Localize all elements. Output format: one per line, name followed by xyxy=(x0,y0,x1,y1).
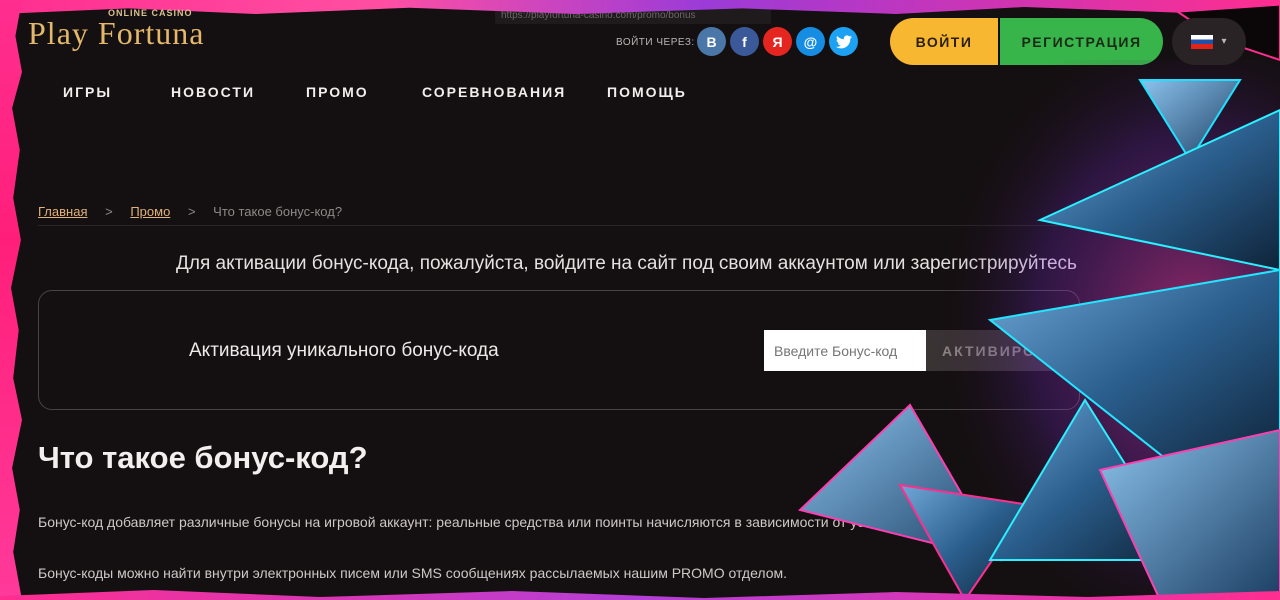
twitter-icon[interactable] xyxy=(829,27,858,56)
paragraph-bonus-description: Бонус-код добавляет различные бонусы на … xyxy=(38,514,949,530)
nav-item-help[interactable]: ПОМОЩЬ xyxy=(607,84,687,100)
crystal-upper xyxy=(1036,108,1280,272)
russia-flag-icon xyxy=(1191,34,1214,49)
decorative-frame-left xyxy=(0,0,22,600)
nav-item-tournaments[interactable]: СОРЕВНОВАНИЯ xyxy=(422,84,607,100)
breadcrumb: Главная > Промо > Что такое бонус-код? xyxy=(38,204,342,219)
facebook-icon[interactable]: f xyxy=(730,27,759,56)
yandex-icon[interactable]: Я xyxy=(763,27,792,56)
crystal-bottom-right xyxy=(1098,428,1280,600)
crystal-lower-left xyxy=(898,483,1032,600)
nav-item-games[interactable]: ИГРЫ xyxy=(63,84,171,100)
chevron-down-icon: ▾ xyxy=(1221,36,1227,47)
promo-code-label: Активация уникального бонус-кода xyxy=(189,340,499,361)
register-button[interactable]: РЕГИСТРАЦИЯ xyxy=(1000,18,1163,65)
login-button[interactable]: ВОЙТИ xyxy=(890,18,998,65)
crystal-left xyxy=(797,403,1003,562)
page-title: Что такое бонус-код? xyxy=(38,440,368,475)
paragraph-bonus-source: Бонус-коды можно найти внутри электронны… xyxy=(38,565,788,581)
logo[interactable]: ONLINE CASINO Play Fortuna xyxy=(28,8,204,52)
breadcrumb-separator: > xyxy=(187,204,196,219)
mailru-icon[interactable]: @ xyxy=(796,27,825,56)
logo-title: Play Fortuna xyxy=(28,15,205,51)
breadcrumb-promo-link[interactable]: Промо xyxy=(130,204,170,219)
crystal-small xyxy=(1138,79,1242,162)
decorative-frame-bottom xyxy=(0,590,1280,600)
nav-item-promo[interactable]: ПРОМО xyxy=(306,84,422,100)
crystal-lower xyxy=(988,398,1187,561)
social-login-group: B f Я @ xyxy=(697,27,858,56)
login-notice: Для активации бонус-кода, пожалуйста, во… xyxy=(176,253,1077,274)
language-selector[interactable]: ▾ xyxy=(1172,18,1246,65)
divider xyxy=(38,225,1098,226)
breadcrumb-home-link[interactable]: Главная xyxy=(38,204,87,219)
login-via-label: ВОЙТИ ЧЕРЕЗ: xyxy=(616,37,695,48)
promo-code-panel: Активация уникального бонус-кода АКТИВИР… xyxy=(38,290,1080,410)
vk-icon[interactable]: B xyxy=(697,27,726,56)
breadcrumb-current: Что такое бонус-код? xyxy=(213,204,343,219)
nav-item-news[interactable]: НОВОСТИ xyxy=(171,84,306,100)
activate-button[interactable]: АКТИВИРОВАТЬ xyxy=(926,330,1079,371)
breadcrumb-separator: > xyxy=(105,204,113,219)
promo-code-input[interactable] xyxy=(764,330,926,371)
main-nav: ИГРЫ НОВОСТИ ПРОМО СОРЕВНОВАНИЯ ПОМОЩЬ xyxy=(63,84,687,100)
